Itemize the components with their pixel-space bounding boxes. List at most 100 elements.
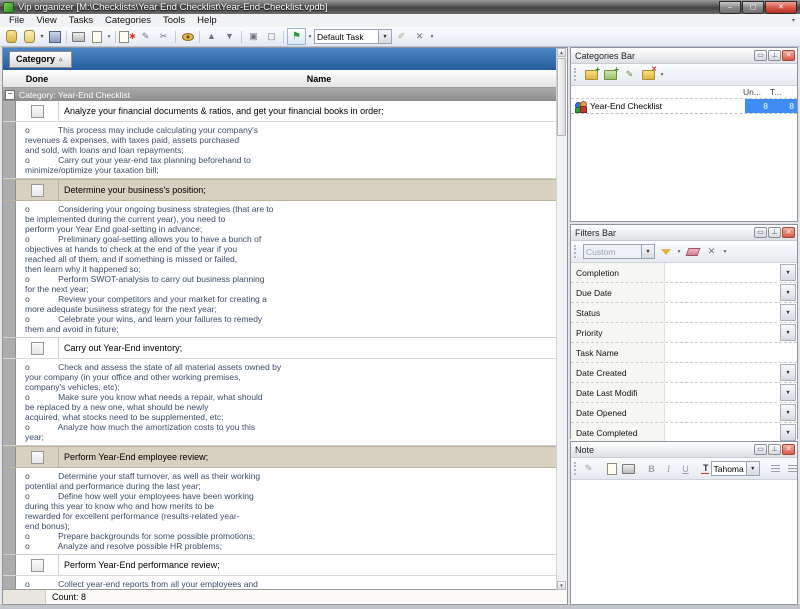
note-row[interactable]: o Determine your staff turnover, as well… (3, 468, 567, 555)
print-dropdown-icon[interactable]: ▾ (106, 34, 112, 40)
note-row[interactable]: o This process may include calculating y… (3, 122, 567, 179)
notify-button[interactable]: ⚑ (287, 28, 306, 45)
filter-value[interactable] (665, 383, 779, 402)
close-button[interactable]: ✕ (765, 1, 797, 14)
print-note-button[interactable] (621, 461, 636, 476)
group-by-category-button[interactable]: Category ▵ (9, 51, 72, 68)
close-panel-icon[interactable]: ✕ (782, 50, 795, 61)
filter-dropdown-icon[interactable]: ▼ (780, 424, 796, 441)
apply-filter-button[interactable] (657, 244, 674, 259)
collapse-icon[interactable]: − (5, 90, 15, 100)
filter-dropdown-icon[interactable]: ▼ (780, 384, 796, 401)
delete-task-button[interactable]: ✂ (155, 29, 172, 44)
task-row[interactable]: Determine your business's position; (3, 179, 567, 201)
view-notes-button[interactable] (179, 29, 196, 44)
font-dropdown-icon[interactable]: ▼ (746, 462, 759, 475)
scroll-down-icon[interactable]: ▼ (557, 581, 566, 590)
maximize-panel-icon[interactable]: ▭ (754, 444, 767, 455)
menu-item-categories[interactable]: Categories (99, 15, 157, 26)
italic-button[interactable]: I (661, 461, 676, 476)
menu-item-view[interactable]: View (30, 15, 62, 26)
open-dropdown-icon[interactable]: ▼ (39, 34, 45, 40)
task-row[interactable]: Carry out Year-End inventory; (3, 338, 567, 359)
minimize-button[interactable]: ‒ (719, 1, 741, 14)
filter-value[interactable] (665, 403, 779, 422)
menu-item-tools[interactable]: Tools (157, 15, 191, 26)
scroll-up-icon[interactable]: ▲ (557, 48, 566, 57)
new-category-button[interactable]: + (583, 67, 600, 82)
pin-icon[interactable]: ⊥ (768, 50, 781, 61)
task-row[interactable]: Perform Year-End performance review; (3, 555, 567, 576)
open-database-button[interactable] (21, 29, 38, 44)
column-header-name[interactable]: Name (71, 74, 567, 84)
print-preview-button[interactable] (88, 29, 105, 44)
filter-preset-dropdown-icon[interactable]: ▼ (641, 245, 654, 258)
toolbar-grip[interactable] (574, 462, 576, 475)
column-header-done[interactable]: Done (3, 74, 71, 84)
delete-category-button[interactable]: ✕ (640, 67, 657, 82)
uncomplete-task-button[interactable]: ▢ (263, 29, 280, 44)
pin-icon[interactable]: ⊥ (768, 227, 781, 238)
menu-overflow-icon[interactable]: ▾ (792, 17, 797, 24)
task-type-dropdown-icon[interactable]: ▼ (378, 30, 391, 43)
column-total[interactable]: T... (770, 87, 797, 97)
filter-value[interactable] (665, 343, 797, 362)
scroll-thumb[interactable] (557, 58, 566, 136)
apply-type-button[interactable]: ✐ (393, 29, 410, 44)
new-subcategory-button[interactable]: + (602, 67, 619, 82)
filter-dropdown-icon[interactable]: ▼ (780, 364, 796, 381)
note-row[interactable]: o Check and assess the state of all mate… (3, 359, 567, 446)
filter-value[interactable] (665, 303, 779, 322)
menu-item-file[interactable]: File (3, 15, 30, 26)
task-checkbox[interactable] (31, 184, 44, 197)
new-task-button[interactable]: ✱ (119, 29, 136, 44)
close-panel-icon[interactable]: ✕ (782, 444, 795, 455)
clear-type-button[interactable]: ✕ (411, 29, 428, 44)
align-right-button[interactable] (785, 461, 800, 476)
insert-object-button[interactable] (604, 461, 619, 476)
new-database-button[interactable] (3, 29, 20, 44)
complete-task-button[interactable]: ▣ (245, 29, 262, 44)
underline-button[interactable]: U (678, 461, 693, 476)
bold-button[interactable]: B (644, 461, 659, 476)
categories-overflow-icon[interactable]: ▾ (659, 72, 665, 78)
filter-value[interactable] (665, 323, 779, 342)
filter-value[interactable] (665, 263, 779, 282)
move-up-button[interactable]: ▲ (203, 29, 220, 44)
task-row[interactable]: Perform Year-End employee review; (3, 446, 567, 468)
task-checkbox[interactable] (31, 559, 44, 572)
menu-item-help[interactable]: Help (191, 15, 223, 26)
task-checkbox[interactable] (31, 105, 44, 118)
task-type-combo[interactable]: Default Task ▼ (314, 29, 392, 44)
save-button[interactable] (46, 29, 63, 44)
column-uncompleted[interactable]: Un... (743, 87, 770, 97)
move-down-button[interactable]: ▼ (221, 29, 238, 44)
task-checkbox[interactable] (31, 451, 44, 464)
filter-dropdown-icon[interactable]: ▼ (780, 264, 796, 281)
filter-dropdown-icon[interactable]: ▼ (780, 324, 796, 341)
maximize-button[interactable]: ▢ (742, 1, 764, 14)
group-row[interactable]: −Category: Year-End Checklist (3, 88, 567, 101)
clear-filter-button[interactable] (684, 244, 701, 259)
filter-dropdown-icon[interactable]: ▼ (780, 404, 796, 421)
filter-value[interactable] (665, 283, 779, 302)
filter-value[interactable] (665, 423, 779, 442)
toolbar-grip[interactable] (574, 68, 578, 81)
toolbar-grip[interactable] (574, 245, 578, 258)
edit-category-button[interactable]: ✎ (621, 67, 638, 82)
filters-overflow-icon[interactable]: ▾ (722, 249, 728, 255)
filter-preset-combo[interactable]: Custom ▼ (583, 244, 655, 259)
task-checkbox[interactable] (31, 342, 44, 355)
font-combo[interactable]: Tahoma ▼ (711, 461, 760, 476)
note-editor[interactable] (571, 480, 797, 604)
maximize-panel-icon[interactable]: ▭ (754, 227, 767, 238)
task-row[interactable]: Analyze your financial documents & ratio… (3, 101, 567, 122)
print-button[interactable] (70, 29, 87, 44)
notify-dropdown-icon[interactable]: ▾ (307, 34, 313, 40)
delete-filter-button[interactable]: ✕ (703, 244, 720, 259)
filter-value[interactable] (665, 363, 779, 382)
maximize-panel-icon[interactable]: ▭ (754, 50, 767, 61)
main-scrollbar[interactable]: ▲ ▼ (556, 48, 567, 590)
edit-note-button[interactable]: ✎ (581, 461, 596, 476)
filter-dropdown-icon[interactable]: ▾ (676, 249, 682, 255)
